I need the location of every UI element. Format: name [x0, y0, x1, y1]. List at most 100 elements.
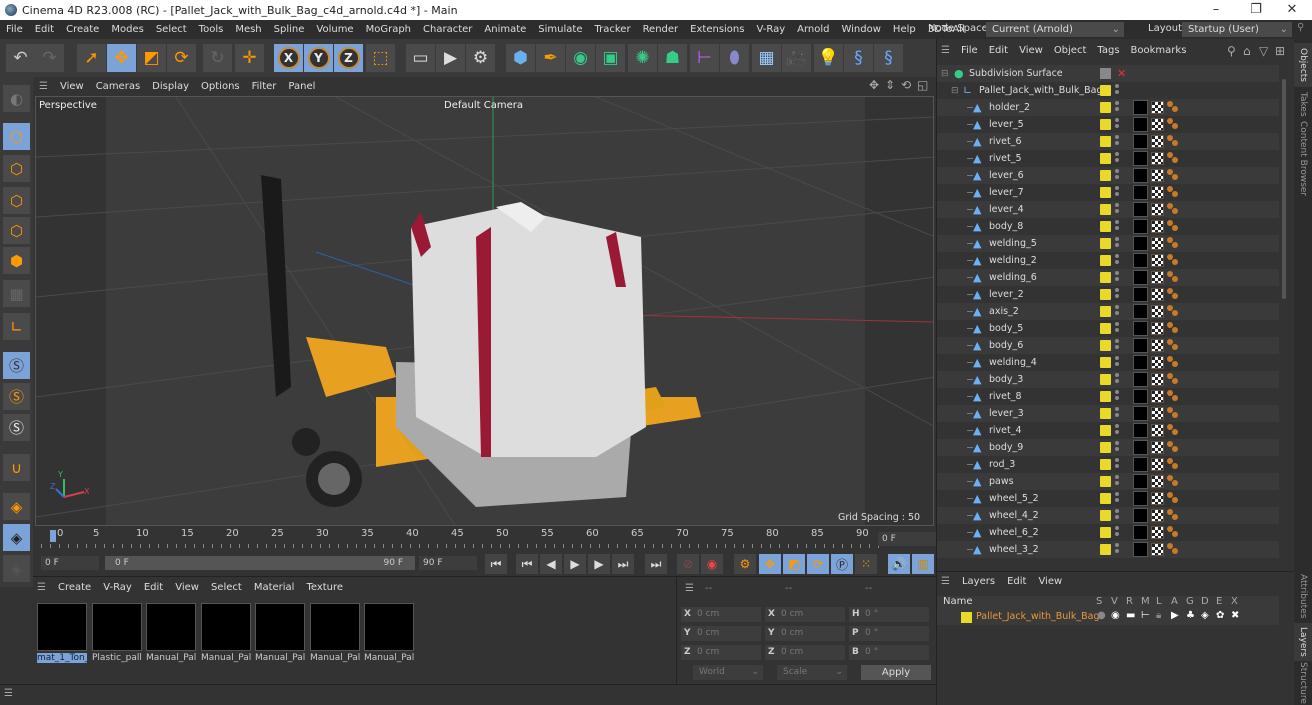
menu-file[interactable]: File: [0, 24, 29, 35]
layer-color-swatch[interactable]: [1100, 187, 1111, 198]
phong-tag-icon[interactable]: [1167, 169, 1179, 181]
material-menu-select[interactable]: Select: [211, 582, 242, 593]
menu-mograph[interactable]: MoGraph: [360, 24, 417, 35]
obj-menu-edit[interactable]: Edit: [989, 45, 1008, 56]
uvw-tag-icon[interactable]: [1151, 390, 1164, 403]
menu-volume[interactable]: Volume: [310, 24, 359, 35]
tree-item[interactable]: ▲ body_3: [937, 371, 1279, 388]
collapse-icon[interactable]: ⊟: [941, 69, 949, 79]
coordinate-system-button[interactable]: ⬚: [366, 44, 395, 72]
layer-color-swatch[interactable]: [1100, 391, 1111, 402]
tree-item[interactable]: ▲ rivet_4: [937, 422, 1279, 439]
phong-tag-icon[interactable]: [1167, 254, 1179, 266]
redo-button[interactable]: ↷: [35, 44, 64, 72]
play-button[interactable]: ▶: [564, 554, 586, 574]
uvw-tag-icon[interactable]: [1151, 322, 1164, 335]
magnet-button[interactable]: ∪: [3, 454, 30, 481]
viewport-menu-display[interactable]: Display: [146, 81, 195, 92]
tab-content-browser[interactable]: Content Browser: [1294, 121, 1312, 197]
tree-item[interactable]: ▲ wheel_4_2: [937, 507, 1279, 524]
solo-icon[interactable]: ●: [1097, 610, 1106, 621]
timeline-window-button[interactable]: ▥: [912, 554, 934, 574]
layer-color-swatch[interactable]: [1100, 323, 1111, 334]
tree-item[interactable]: ▲ body_5: [937, 320, 1279, 337]
key-position-button[interactable]: ✥: [759, 554, 781, 574]
layer-color-swatch[interactable]: [961, 612, 972, 623]
visibility-dots[interactable]: [1115, 84, 1119, 96]
material-tag-icon[interactable]: [1133, 389, 1148, 404]
hamburger-icon[interactable]: ☰: [941, 576, 950, 587]
eye-icon[interactable]: ◉: [1111, 610, 1120, 621]
phong-tag-icon[interactable]: [1167, 288, 1179, 300]
viewport-menu-options[interactable]: Options: [195, 81, 246, 92]
tree-item[interactable]: ▲ axis_2: [937, 303, 1279, 320]
prev-frame-button[interactable]: ◀: [540, 554, 562, 574]
python-script-button-1[interactable]: §: [844, 44, 873, 72]
render-view-button[interactable]: ▭: [406, 44, 435, 72]
current-frame-field[interactable]: 0 F: [878, 532, 936, 546]
tree-item[interactable]: ▲ lever_2: [937, 286, 1279, 303]
uvw-tag-icon[interactable]: [1151, 220, 1164, 233]
layer-color-swatch[interactable]: [1100, 527, 1111, 538]
layer-menu-view[interactable]: View: [1038, 576, 1062, 587]
undo-button[interactable]: ↶: [6, 44, 35, 72]
position-x-field[interactable]: X 0 cm: [681, 607, 761, 622]
phong-tag-icon[interactable]: [1167, 407, 1179, 419]
visibility-dots[interactable]: [1115, 186, 1119, 198]
layer-color-swatch[interactable]: [1100, 204, 1111, 215]
tree-item[interactable]: ▲ wheel_3_2: [937, 541, 1279, 558]
search-icon[interactable]: ⚲: [1227, 44, 1236, 58]
position-y-field[interactable]: Y 0 cm: [681, 626, 761, 641]
timeline-ruler[interactable]: 0 5 10 15 20 25 30 35 40 45 50 55 60 65 …: [41, 528, 881, 550]
locked-workplane-button[interactable]: ◈: [3, 524, 30, 551]
keyframe-selection-button[interactable]: ⚙: [734, 554, 756, 574]
quantize-button[interactable]: Ⓢ: [3, 414, 30, 441]
material-tag-icon[interactable]: [1133, 219, 1148, 234]
uvw-tag-icon[interactable]: [1151, 118, 1164, 131]
key-pla-button[interactable]: ⁙: [855, 554, 877, 574]
layer-color-swatch[interactable]: [1100, 510, 1111, 521]
uvw-tag-icon[interactable]: [1151, 271, 1164, 284]
coordinate-mode-select[interactable]: World ⌄: [693, 665, 763, 680]
visibility-dots[interactable]: [1115, 390, 1119, 402]
layer-color-swatch[interactable]: [1100, 272, 1111, 283]
menu-modes[interactable]: Modes: [105, 24, 149, 35]
uvw-tag-icon[interactable]: [1151, 373, 1164, 386]
menu-tracker[interactable]: Tracker: [588, 24, 636, 35]
cube-button[interactable]: ⬢: [506, 44, 535, 72]
expressions-icon[interactable]: ✿: [1216, 610, 1224, 621]
tab-structure[interactable]: Structure: [1294, 662, 1312, 704]
obj-menu-tags[interactable]: Tags: [1097, 45, 1119, 56]
layer-color-swatch[interactable]: [1100, 289, 1111, 300]
disabled-x-icon[interactable]: ✕: [1117, 67, 1126, 80]
material-tag-icon[interactable]: [1133, 202, 1148, 217]
visibility-dots[interactable]: [1115, 339, 1119, 351]
material-tag-icon[interactable]: [1133, 151, 1148, 166]
python-script-button-2[interactable]: §: [874, 44, 903, 72]
phong-tag-icon[interactable]: [1167, 373, 1179, 385]
visibility-dots[interactable]: [1115, 288, 1119, 300]
uvw-tag-icon[interactable]: [1151, 526, 1164, 539]
menu-edit[interactable]: Edit: [29, 24, 60, 35]
uvw-tag-icon[interactable]: [1151, 135, 1164, 148]
col-r[interactable]: R: [1126, 596, 1133, 607]
tree-item[interactable]: ▲ rivet_5: [937, 150, 1279, 167]
next-key-button[interactable]: ⏭: [612, 554, 634, 574]
tree-item[interactable]: ▲ wheel_5_2: [937, 490, 1279, 507]
material-item[interactable]: Manual_Pall: [364, 603, 414, 665]
material-tag-icon[interactable]: [1133, 168, 1148, 183]
y-axis-lock-button[interactable]: Y: [304, 44, 333, 72]
material-tag-icon[interactable]: [1133, 304, 1148, 319]
layer-color-swatch[interactable]: [1100, 476, 1111, 487]
uvw-tag-icon[interactable]: [1151, 424, 1164, 437]
col-v[interactable]: V: [1111, 596, 1118, 607]
tab-layers[interactable]: Layers: [1294, 623, 1312, 661]
rotation-b-field[interactable]: B 0 °: [849, 645, 929, 660]
size-y-field[interactable]: Y 0 cm: [765, 626, 845, 641]
rotate-tool-button[interactable]: ⟳: [167, 44, 196, 72]
uvw-tag-icon[interactable]: [1151, 288, 1164, 301]
layer-menu-layers[interactable]: Layers: [962, 576, 995, 587]
tree-item[interactable]: ▲ lever_6: [937, 167, 1279, 184]
texture-mode-button[interactable]: ⬡: [3, 155, 30, 182]
phong-tag-icon[interactable]: [1167, 458, 1179, 470]
